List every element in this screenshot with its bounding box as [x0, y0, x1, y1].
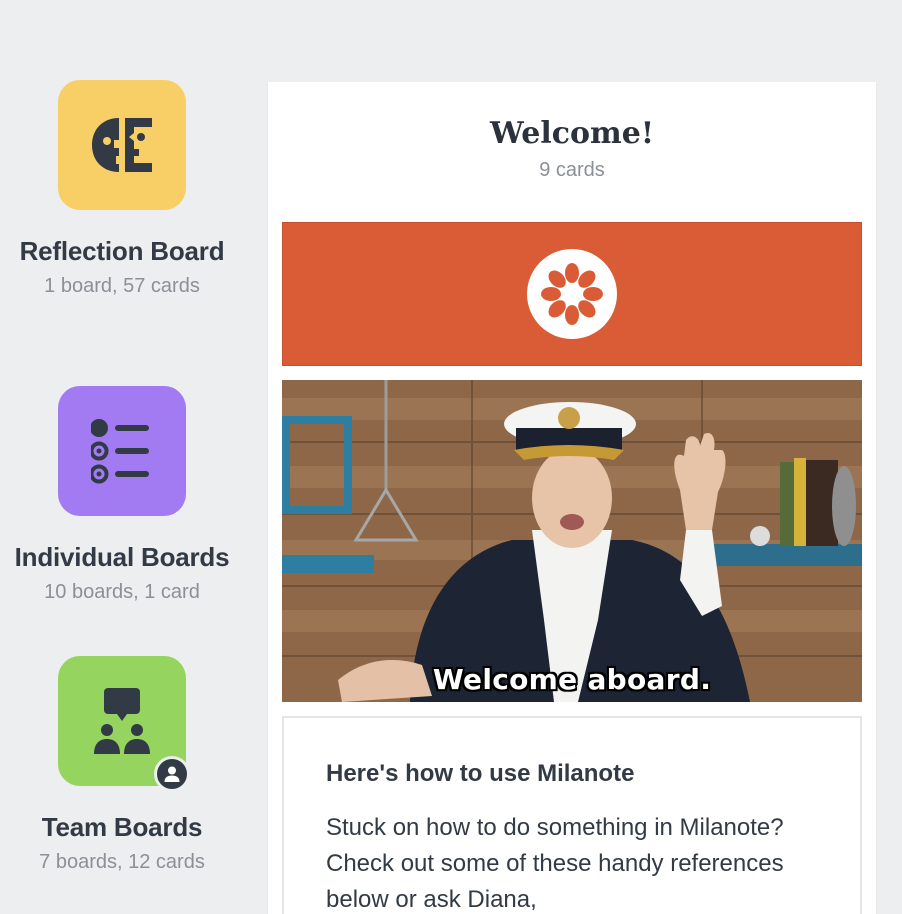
board-title[interactable]: Reflection Board [20, 236, 225, 267]
column-title[interactable]: Welcome! [268, 116, 876, 151]
list-icon [91, 419, 149, 484]
column-card-count: 9 cards [539, 159, 605, 181]
board-meta: 7 boards, 12 cards [39, 851, 205, 873]
team-chat-icon [94, 688, 150, 754]
captain-image [282, 380, 862, 702]
board-title[interactable]: Team Boards [42, 812, 203, 843]
gif-caption: Welcome aboard. [432, 663, 712, 696]
board-tile[interactable] [58, 656, 190, 792]
board-meta: 10 boards, 1 card [44, 581, 200, 603]
board-individual[interactable]: Individual Boards 10 boards, 1 card [0, 386, 244, 604]
board-reflection[interactable]: Reflection Board 1 board, 57 cards [0, 80, 244, 298]
milanote-logo-card[interactable] [282, 222, 862, 366]
person-icon [164, 766, 180, 782]
board-title[interactable]: Individual Boards [15, 542, 230, 573]
face-profiles-icon [92, 118, 152, 172]
flower-logo-icon [541, 263, 603, 325]
board-tile[interactable] [58, 386, 186, 516]
note-body[interactable]: Stuck on how to do something in Milanote… [326, 810, 796, 914]
shared-badge [154, 756, 190, 792]
workspace-canvas: Reflection Board 1 board, 57 cards Indiv… [0, 0, 902, 914]
board-tile[interactable] [58, 80, 186, 210]
board-team[interactable]: Team Boards 7 boards, 12 cards [0, 656, 244, 874]
note-card[interactable]: Here's how to use Milanote Stuck on how … [282, 716, 862, 914]
milanote-logo [527, 249, 617, 339]
note-heading[interactable]: Here's how to use Milanote [326, 760, 818, 788]
board-meta: 1 board, 57 cards [44, 275, 200, 297]
welcome-column[interactable]: Welcome! 9 cards Welcome aboard. Here's … [268, 82, 876, 914]
welcome-gif-card[interactable]: Welcome aboard. [282, 380, 862, 702]
